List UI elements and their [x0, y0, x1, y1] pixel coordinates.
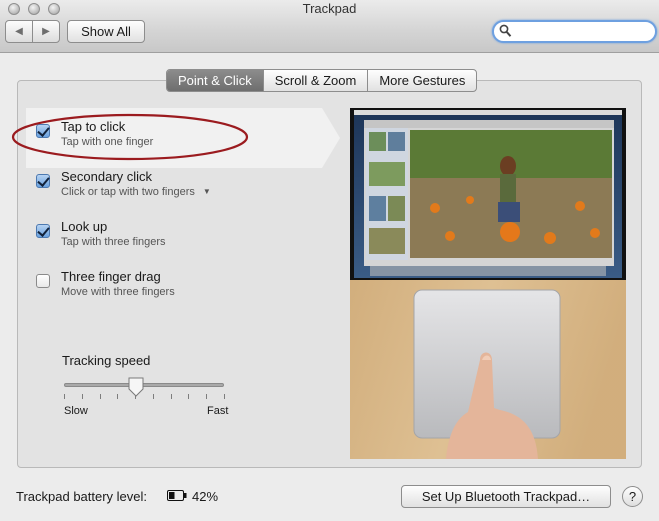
option-title: Look up — [61, 219, 108, 234]
option-subtitle-text: Tap with three fingers — [61, 236, 166, 248]
battery-icon — [167, 490, 187, 501]
checkbox[interactable] — [36, 274, 50, 288]
battery-percent: 42% — [192, 489, 219, 504]
option-subtitle-text: Click or tap with two fingers — [61, 186, 195, 198]
search-icon — [499, 24, 512, 37]
slider-tick — [100, 394, 101, 399]
slider-tick — [188, 394, 189, 399]
option-subtitle-text: Move with three fingers — [61, 286, 175, 298]
dropdown-caret-icon[interactable]: ▼ — [203, 187, 211, 196]
option-subtitle: Tap with three fingers — [61, 236, 166, 248]
slider-tick — [224, 394, 225, 399]
tab-scroll-zoom[interactable]: Scroll & Zoom — [262, 70, 368, 91]
slider-tick — [64, 394, 65, 399]
search-input[interactable] — [514, 23, 649, 40]
tab-bar: Point & Click Scroll & Zoom More Gestures — [166, 69, 478, 92]
forward-arrow-icon[interactable]: ▶ — [32, 21, 59, 42]
slider-tick — [117, 394, 118, 399]
slider-tick — [153, 394, 154, 399]
search-field[interactable] — [492, 20, 657, 43]
tracking-speed-min-label: Slow — [64, 405, 88, 417]
show-all-button[interactable]: Show All — [67, 20, 145, 43]
help-button[interactable]: ? — [622, 486, 643, 507]
window-title: Trackpad — [302, 1, 357, 16]
option-subtitle: Move with three fingers — [61, 286, 175, 298]
checkbox[interactable] — [36, 174, 50, 188]
gesture-preview-image — [350, 108, 626, 459]
option-subtitle[interactable]: Click or tap with two fingers ▼ — [61, 186, 211, 198]
option-title: Three finger drag — [61, 269, 161, 284]
tab-more-gestures[interactable]: More Gestures — [367, 70, 476, 91]
annotation-ellipse — [11, 113, 249, 161]
option-title: Secondary click — [61, 169, 153, 184]
tracking-speed-slider-knob[interactable] — [127, 377, 145, 397]
slider-tick — [82, 394, 83, 399]
tab-point-click[interactable]: Point & Click — [167, 70, 263, 91]
back-forward-control: ◀ ▶ — [5, 20, 60, 43]
slider-tick — [206, 394, 207, 399]
tracking-speed-max-label: Fast — [207, 405, 229, 417]
setup-bluetooth-trackpad-button[interactable]: Set Up Bluetooth Trackpad… — [401, 485, 611, 508]
tracking-speed-label: Tracking speed — [62, 353, 151, 368]
checkbox[interactable] — [36, 224, 50, 238]
slider-tick — [171, 394, 172, 399]
battery-level-label: Trackpad battery level: — [16, 489, 148, 504]
toolbar: Trackpad ◀ ▶ Show All — [0, 0, 659, 53]
back-arrow-icon[interactable]: ◀ — [6, 21, 32, 42]
